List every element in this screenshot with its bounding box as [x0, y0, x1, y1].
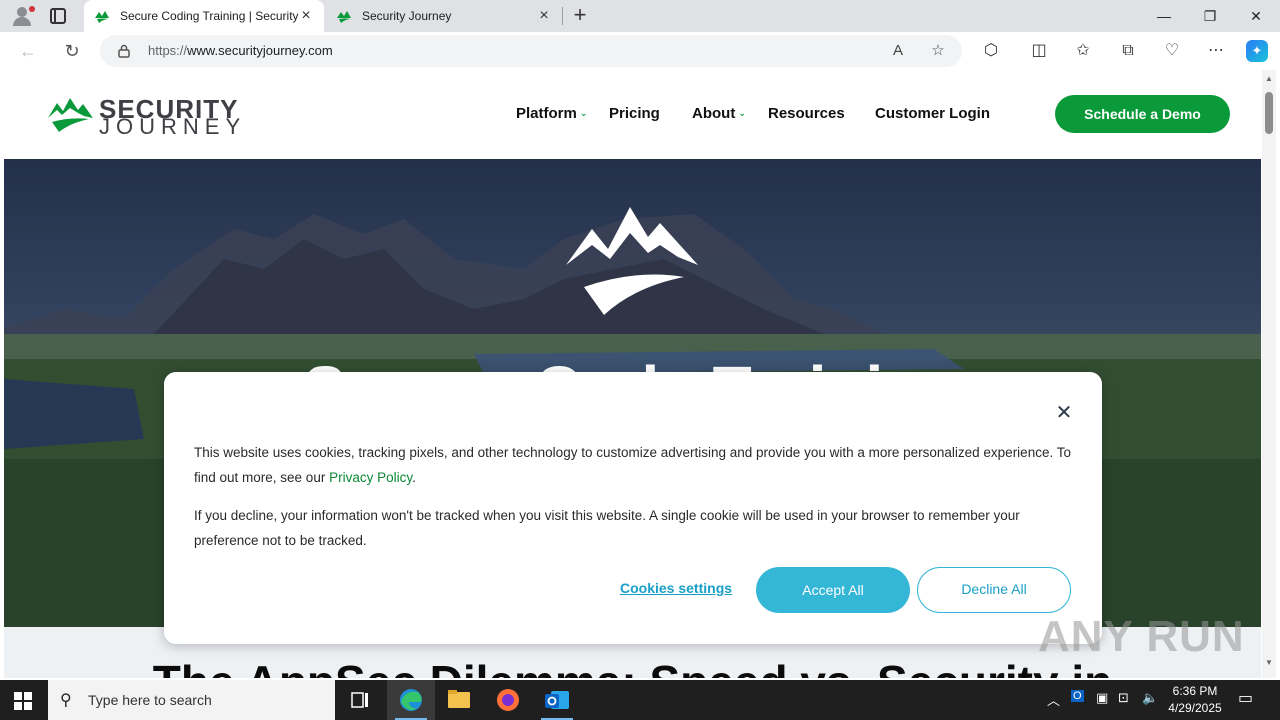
logo-word-journey: JOURNEY [99, 114, 247, 139]
firefox-icon[interactable] [484, 680, 532, 720]
security-journey-favicon [337, 11, 351, 23]
tray-chevron-up-icon[interactable]: ︿ [1047, 690, 1060, 709]
nav-about[interactable]: About ⌄ [692, 105, 746, 122]
nav-label: Platform [516, 105, 577, 122]
cookie-text-1-end: . [412, 470, 416, 485]
favorites-icon[interactable]: ✩ [1072, 40, 1094, 62]
close-tab-icon[interactable]: × [536, 8, 552, 24]
windows-taskbar: ⚲ Type here to search ︿ O ▣ ⊡ 🔈 6:36 PM … [0, 680, 1280, 720]
cookies-settings-link[interactable]: Cookies settings [620, 580, 732, 596]
tab-actions-icon[interactable] [50, 8, 66, 24]
privacy-policy-link[interactable]: Privacy Policy [329, 470, 412, 485]
schedule-demo-button[interactable]: Schedule a Demo [1055, 95, 1230, 133]
address-bar[interactable]: https://www.securityjourney.com A ☆ [100, 35, 962, 67]
outlook-icon[interactable] [533, 680, 581, 720]
hero-mountain-logo-icon [566, 207, 698, 315]
anyrun-watermark: ANY RUN [1038, 612, 1245, 661]
mountain-logo-icon [48, 98, 93, 132]
web-page: SECURITY JOURNEY Platform ⌄ Pricing About… [4, 70, 1261, 678]
clock-date: 4/29/2025 [1168, 701, 1222, 715]
page-scrollbar[interactable]: ▲ ▼ [1262, 70, 1276, 678]
nav-resources[interactable]: Resources [768, 105, 845, 122]
chevron-down-icon: ⌄ [738, 108, 746, 118]
lock-icon [118, 44, 130, 58]
favorite-star-icon[interactable]: ☆ [928, 41, 948, 61]
browser-titlebar: Secure Coding Training | Security × Secu… [0, 0, 1280, 32]
nav-label: Pricing [609, 105, 660, 122]
clock-time: 6:36 PM [1172, 684, 1218, 698]
nav-label: About [692, 105, 736, 122]
scroll-up-icon[interactable]: ▲ [1265, 74, 1273, 83]
search-placeholder: Type here to search [88, 692, 212, 708]
browser-essentials-icon[interactable]: ♡ [1161, 40, 1183, 62]
security-journey-favicon [95, 11, 109, 23]
accept-all-button[interactable]: Accept All [756, 567, 910, 613]
new-tab-icon[interactable]: + [568, 4, 592, 28]
nav-pricing[interactable]: Pricing [609, 105, 660, 122]
scroll-down-icon[interactable]: ▼ [1265, 658, 1273, 667]
tab-security-journey[interactable]: Security Journey × [326, 0, 562, 32]
tab-secure-coding[interactable]: Secure Coding Training | Security × [84, 0, 324, 32]
cookie-text-1-body: This website uses cookies, tracking pixe… [194, 445, 1071, 485]
restore-button[interactable]: ❐ [1187, 0, 1233, 32]
chevron-down-icon: ⌄ [579, 108, 588, 118]
site-header: SECURITY JOURNEY Platform ⌄ Pricing About… [4, 70, 1261, 159]
profile-icon[interactable] [8, 4, 36, 28]
more-menu-icon[interactable]: ⋯ [1205, 40, 1227, 62]
cookie-consent-dialog: ✕ This website uses cookies, tracking pi… [164, 372, 1102, 644]
cookie-text-2: If you decline, your information won't b… [194, 508, 1020, 548]
decline-all-button[interactable]: Decline All [917, 567, 1071, 613]
nav-customer-login[interactable]: Customer Login [875, 105, 990, 122]
file-explorer-icon[interactable] [435, 680, 483, 720]
close-icon[interactable]: ✕ [1054, 403, 1074, 423]
windows-start-icon[interactable] [14, 692, 32, 710]
copilot-icon[interactable]: ✦ [1246, 40, 1268, 62]
minimize-button[interactable]: — [1141, 0, 1187, 32]
close-window-button[interactable]: ✕ [1233, 0, 1279, 32]
back-icon[interactable]: ← [16, 39, 40, 63]
network-icon[interactable]: ⊡ [1118, 690, 1129, 706]
scrollbar-thumb[interactable] [1265, 92, 1273, 134]
read-aloud-icon[interactable]: A [888, 41, 908, 61]
tab-separator [562, 7, 563, 25]
split-screen-icon[interactable]: ◫ [1028, 40, 1050, 62]
search-icon: ⚲ [60, 692, 72, 709]
collections-icon[interactable]: ⧉ [1117, 40, 1139, 62]
cookie-text-1: This website uses cookies, tracking pixe… [194, 440, 1074, 490]
tab-title: Security Journey [362, 9, 452, 23]
task-view-icon[interactable] [336, 680, 384, 720]
volume-icon[interactable]: 🔈 [1142, 690, 1158, 706]
tab-title: Secure Coding Training | Security [120, 9, 298, 23]
device-tray-icon[interactable]: ▣ [1096, 690, 1108, 706]
edge-taskbar-icon[interactable] [387, 680, 435, 720]
notifications-icon[interactable]: ▭ [1238, 688, 1253, 708]
nav-label: Customer Login [875, 105, 990, 122]
close-tab-icon[interactable]: × [298, 8, 314, 24]
extensions-icon[interactable]: ⬡ [980, 40, 1002, 62]
security-journey-logo[interactable]: SECURITY JOURNEY [48, 94, 258, 139]
browser-toolbar: ← ↻ https://www.securityjourney.com A ☆ … [0, 32, 1280, 70]
outlook-tray-icon[interactable]: O [1071, 690, 1084, 702]
nav-label: Resources [768, 105, 845, 122]
taskbar-clock[interactable]: 6:36 PM 4/29/2025 [1162, 683, 1228, 717]
taskbar-search-box[interactable]: ⚲ Type here to search [48, 680, 335, 720]
nav-platform[interactable]: Platform ⌄ [516, 105, 587, 122]
notification-dot [29, 6, 35, 12]
url-text[interactable]: https://www.securityjourney.com [148, 43, 333, 58]
refresh-icon[interactable]: ↻ [60, 39, 84, 63]
